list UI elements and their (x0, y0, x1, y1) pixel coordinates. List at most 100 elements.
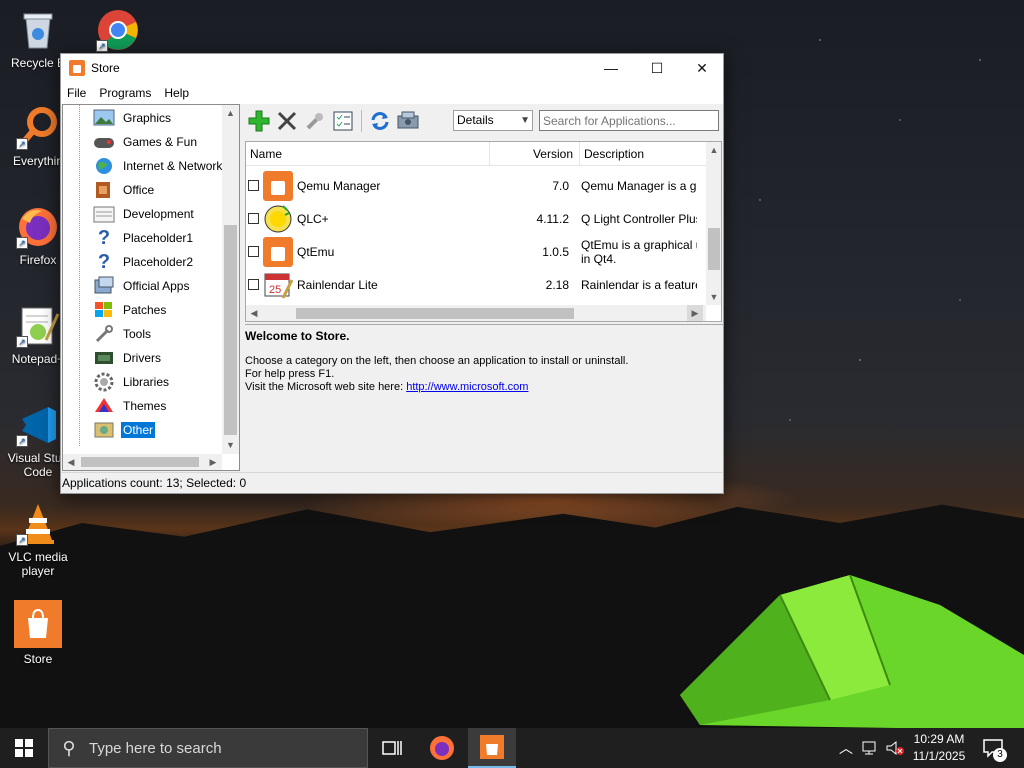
checklist-button[interactable] (329, 107, 357, 135)
table-row[interactable]: QLC+ 4.11.2 Q Light Controller Plus (246, 202, 706, 235)
app-name: Qemu Manager (297, 178, 381, 193)
category-office[interactable]: Office (93, 179, 156, 201)
scroll-up-arrow-icon[interactable]: ▲ (222, 105, 239, 121)
taskbar-search-box[interactable]: ⚲ Type here to search (48, 728, 368, 768)
task-view-button[interactable] (368, 728, 416, 768)
list-scroll-thumb[interactable] (708, 228, 720, 270)
desktop-icon-chrome[interactable]: ↗ (80, 8, 156, 56)
row-checkbox[interactable] (248, 279, 259, 290)
column-header-name[interactable]: Name (246, 142, 490, 165)
row-checkbox[interactable] (248, 213, 259, 224)
row-checkbox[interactable] (248, 246, 259, 257)
shortcut-arrow-icon: ↗ (16, 435, 28, 447)
plus-icon (248, 110, 270, 132)
tree-hscroll-thumb[interactable] (81, 457, 199, 467)
tree-horizontal-scrollbar[interactable]: ◀ ▶ (63, 454, 222, 470)
store-bag-icon (263, 236, 293, 267)
category-label: Other (121, 422, 156, 438)
taskbar-store[interactable] (468, 728, 516, 768)
column-header-description[interactable]: Description (580, 142, 706, 165)
install-button[interactable] (245, 107, 273, 135)
app-name: QtEmu (297, 244, 335, 259)
category-libraries[interactable]: Libraries (93, 371, 171, 393)
category-placeholder2[interactable]: ? Placeholder2 (93, 251, 195, 273)
info-heading: Welcome to Store. (245, 329, 350, 343)
menu-file[interactable]: File (67, 86, 86, 100)
category-themes[interactable]: Themes (93, 395, 168, 417)
category-development[interactable]: Development (93, 203, 196, 225)
desktop-icon-label: Store (23, 652, 53, 666)
search-icon: ⚲ (62, 737, 76, 758)
scroll-down-arrow-icon[interactable]: ▼ (222, 437, 239, 453)
category-other[interactable]: Other (93, 419, 156, 441)
tools-icon (93, 324, 115, 344)
list-horizontal-scrollbar[interactable]: ◀ ▶ (246, 305, 706, 321)
category-games[interactable]: Games & Fun (93, 131, 199, 153)
scroll-right-arrow-icon[interactable]: ▶ (687, 305, 703, 321)
tent-wallpaper (680, 575, 1024, 730)
taskbar-firefox[interactable] (418, 728, 466, 768)
category-official-apps[interactable]: Official Apps (93, 275, 191, 297)
scroll-left-arrow-icon[interactable]: ◀ (63, 454, 79, 470)
category-label: Patches (123, 303, 167, 317)
update-button[interactable] (394, 107, 422, 135)
list-hscroll-thumb[interactable] (296, 308, 574, 319)
tree-scroll-thumb[interactable] (224, 225, 237, 435)
uninstall-button[interactable] (273, 107, 301, 135)
shortcut-arrow-icon: ↗ (16, 336, 28, 348)
network-icon[interactable] (860, 728, 882, 768)
maximize-button[interactable]: ☐ (634, 54, 680, 82)
taskbar-clock[interactable]: 10:29 AM 11/1/2025 (906, 731, 972, 765)
tree-vertical-scrollbar[interactable]: ▲ ▼ (222, 105, 239, 454)
modify-button[interactable] (301, 107, 329, 135)
menu-programs[interactable]: Programs (99, 86, 151, 100)
desktop-icon-vlc[interactable]: ↗ VLC media player (0, 502, 76, 578)
list-header: Name Version Description (246, 142, 706, 166)
recycle-bin-icon (16, 8, 60, 52)
category-internet[interactable]: Internet & Network (93, 155, 224, 177)
start-button[interactable] (0, 728, 48, 768)
row-checkbox[interactable] (248, 180, 259, 191)
svg-text:25: 25 (269, 284, 281, 296)
table-row[interactable]: QtEmu 1.0.5 QtEmu is a graphical u in Qt… (246, 235, 706, 268)
show-hidden-icons-chevron-icon[interactable]: ︿ (836, 728, 856, 768)
app-description: Q Light Controller Plus (581, 211, 697, 226)
minimize-button[interactable]: — (588, 54, 634, 82)
table-row[interactable]: Qemu Manager 7.0 Qemu Manager is a gra (246, 169, 706, 202)
list-vertical-scrollbar[interactable]: ▲ ▼ (706, 142, 721, 305)
volume-muted-icon[interactable] (884, 728, 906, 768)
desktop-icon-label-line2: player (21, 564, 55, 578)
search-input[interactable] (539, 110, 719, 131)
scroll-up-arrow-icon[interactable]: ▲ (706, 142, 721, 158)
column-header-version[interactable]: Version (490, 142, 580, 165)
title-bar[interactable]: Store — ☐ ✕ (61, 54, 723, 82)
category-drivers[interactable]: Drivers (93, 347, 163, 369)
category-label: Graphics (123, 111, 172, 125)
table-row[interactable]: 25 Rainlendar Lite 2.18 Rainlendar is a … (246, 268, 706, 301)
checklist-icon (333, 111, 353, 131)
scroll-left-arrow-icon[interactable]: ◀ (246, 305, 262, 321)
close-button[interactable]: ✕ (679, 54, 725, 82)
update-icon (397, 111, 419, 129)
info-line: For help press F1. (245, 368, 335, 380)
windows-flag-icon (93, 300, 115, 320)
category-tools[interactable]: Tools (93, 323, 153, 345)
clock-date: 11/1/2025 (912, 749, 966, 763)
microsoft-link[interactable]: http://www.microsoft.com (406, 381, 528, 393)
scroll-right-arrow-icon[interactable]: ▶ (205, 454, 221, 470)
app-name: Rainlendar Lite (297, 277, 378, 292)
category-placeholder1[interactable]: ? Placeholder1 (93, 227, 195, 249)
menu-help[interactable]: Help (164, 86, 189, 100)
scroll-down-arrow-icon[interactable]: ▼ (706, 289, 721, 305)
refresh-button[interactable] (366, 107, 394, 135)
desktop-icon-store[interactable]: Store (0, 600, 76, 666)
status-bar: Applications count: 13; Selected: 0 (61, 472, 723, 493)
question-mark-icon: ? (97, 227, 111, 249)
app-description: Rainlendar is a feature (581, 277, 697, 292)
notification-center-button[interactable]: 3 (980, 728, 1008, 768)
category-label: Office (123, 183, 155, 197)
category-graphics[interactable]: Graphics (93, 107, 173, 129)
category-patches[interactable]: Patches (93, 299, 168, 321)
notification-count-badge: 3 (993, 748, 1007, 762)
view-select[interactable]: Details ▼ (453, 110, 533, 131)
